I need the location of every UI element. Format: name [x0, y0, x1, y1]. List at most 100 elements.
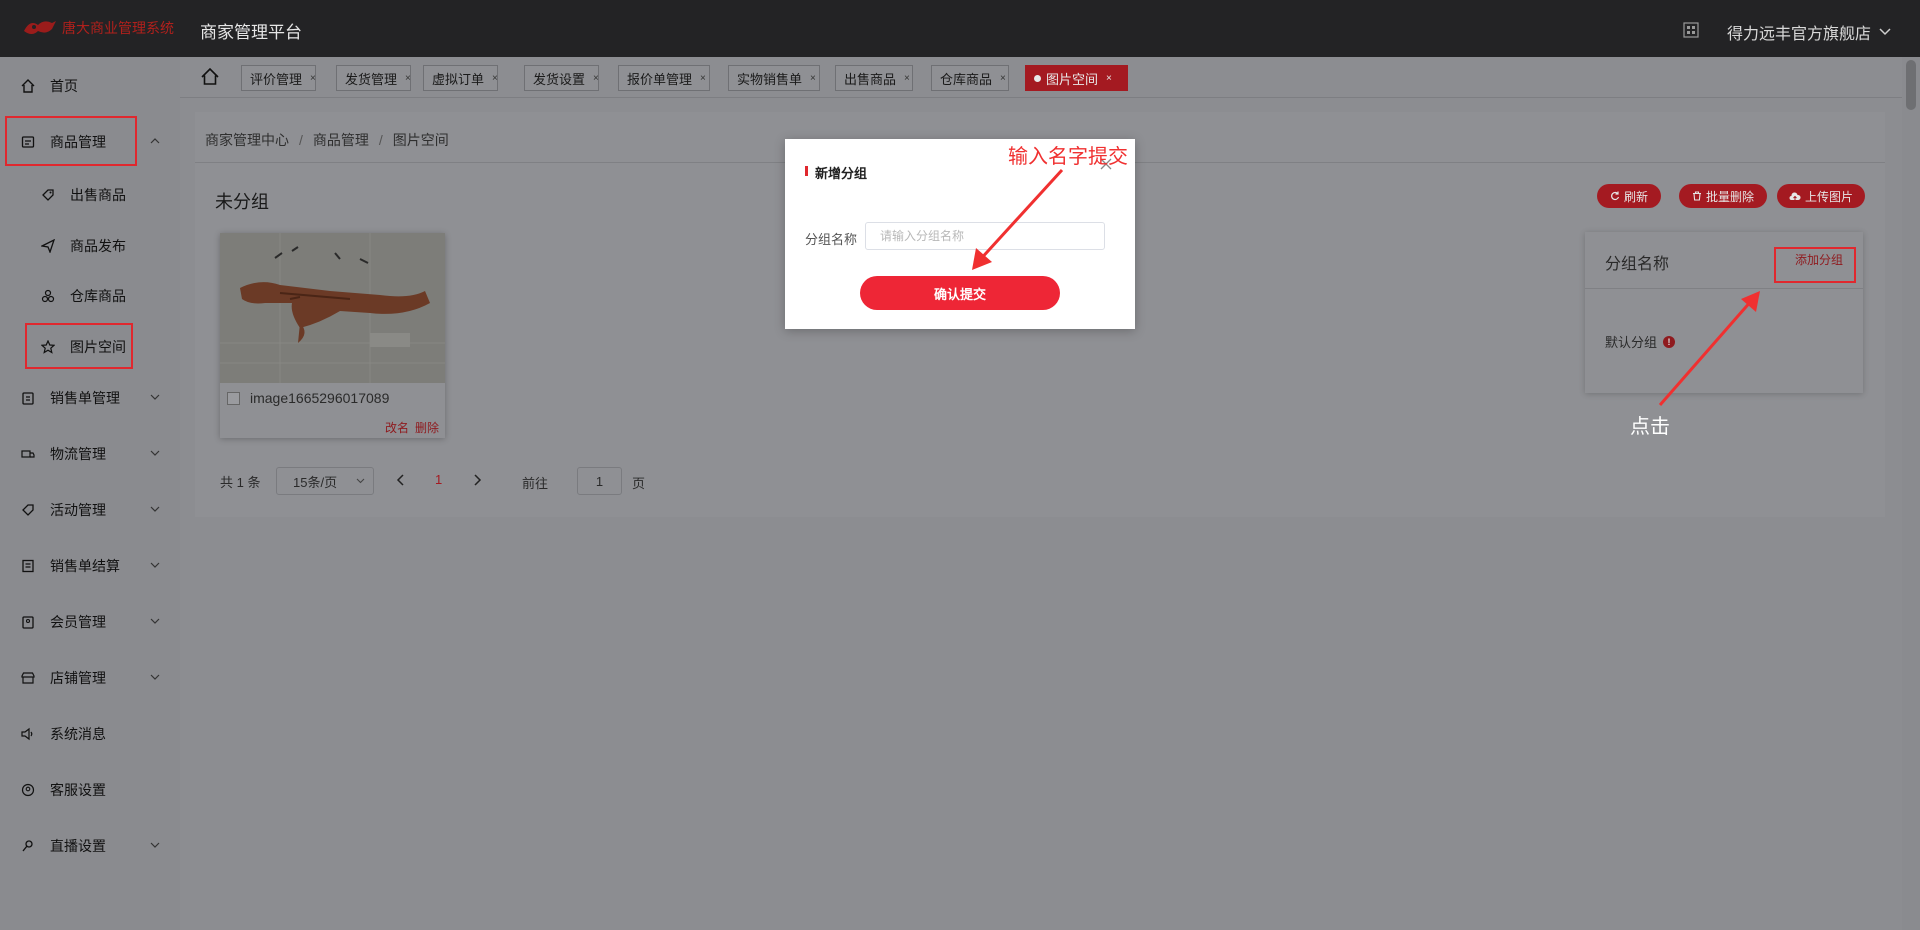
chevron-down-icon [356, 478, 365, 484]
highlight-add-group [1774, 247, 1856, 283]
tab-label: 出售商品 [844, 71, 897, 87]
sidebar-item-goods-publish[interactable]: 商品发布 [0, 226, 180, 266]
sidebar-item-label: 物流管理 [50, 446, 106, 462]
tab-close-icon[interactable]: × [1000, 73, 1006, 84]
ledger-icon [20, 558, 36, 574]
group-panel-header: 分组名称 [1605, 256, 1670, 273]
delete-link[interactable]: 删除 [415, 421, 439, 435]
prev-page-icon[interactable] [396, 473, 406, 487]
top-bar: 唐大商业管理系统 商家管理平台 得力远丰官方旗舰店 [0, 0, 1920, 57]
group-item-default[interactable]: 默认分组 ! [1605, 332, 1676, 351]
divider [1585, 288, 1863, 289]
platform-title: 商家管理平台 [200, 23, 302, 42]
sidebar-item-label: 仓库商品 [70, 288, 126, 304]
chevron-down-icon [150, 842, 160, 848]
goto-page-input[interactable]: 1 [577, 467, 622, 495]
tab-close-icon[interactable]: × [810, 73, 816, 84]
sidebar-item-live-settings[interactable]: 直播设置 [0, 826, 180, 866]
image-card[interactable]: image1665296017089 改名 删除 [220, 233, 445, 438]
member-icon [20, 614, 36, 630]
chevron-down-icon [150, 618, 160, 624]
tab-label: 发货管理 [345, 71, 398, 87]
tab-label: 报价单管理 [627, 71, 693, 87]
ticket-icon [20, 502, 36, 518]
next-page-icon[interactable] [472, 473, 482, 487]
highlight-goods-management [5, 116, 137, 166]
speaker-icon [20, 726, 36, 742]
rename-link[interactable]: 改名 [385, 421, 409, 435]
tab-image-space[interactable]: 图片空间 × [1025, 65, 1128, 91]
annotation-click-hint: 点击 [1630, 416, 1670, 438]
tab-close-icon[interactable]: × [1106, 73, 1112, 84]
sidebar-item-label: 首页 [50, 78, 78, 94]
sidebar-item-sales-settlement[interactable]: 销售单结算 [0, 546, 180, 586]
batch-delete-button[interactable]: 批量删除 [1679, 184, 1767, 208]
logo-mark-icon [24, 21, 56, 34]
cloud-upload-icon [1789, 192, 1801, 201]
sidebar: 首页 商品管理 出售商品 商品发布 仓库商品 图片空间 销售单管理 物流管理 活… [0, 57, 180, 930]
store-menu[interactable]: 得力远丰官方旗舰店 [1727, 20, 1891, 44]
tab-review-management[interactable]: 评价管理 × [241, 65, 316, 91]
sidebar-item-home[interactable]: 首页 [0, 66, 180, 106]
tab-selling-goods[interactable]: 出售商品 × [835, 65, 913, 91]
chevron-down-icon [150, 506, 160, 512]
sidebar-item-label: 会员管理 [50, 614, 106, 630]
sidebar-item-sales-orders[interactable]: 销售单管理 [0, 378, 180, 418]
chevron-up-icon [150, 138, 160, 144]
sidebar-item-logistics[interactable]: 物流管理 [0, 434, 180, 474]
sidebar-item-selling-goods[interactable]: 出售商品 [0, 175, 180, 215]
refresh-icon [1611, 191, 1620, 201]
home-tab-icon[interactable] [200, 67, 220, 87]
sidebar-item-warehouse-goods[interactable]: 仓库商品 [0, 276, 180, 316]
tab-warehouse-goods[interactable]: 仓库商品 × [931, 65, 1009, 91]
upload-image-button[interactable]: 上传图片 [1777, 184, 1865, 208]
sidebar-item-activities[interactable]: 活动管理 [0, 490, 180, 530]
title-accent-bar [805, 166, 808, 176]
tab-close-icon[interactable]: × [405, 73, 411, 84]
tab-close-icon[interactable]: × [310, 73, 316, 84]
tab-close-icon[interactable]: × [492, 73, 498, 84]
tab-physical-sales[interactable]: 实物销售单 × [728, 65, 820, 91]
confirm-submit-button[interactable]: 确认提交 [860, 276, 1060, 310]
sidebar-item-label: 活动管理 [50, 502, 106, 518]
clipboard-icon [20, 390, 36, 406]
goto-label: 前往 [522, 476, 549, 491]
image-thumbnail[interactable] [220, 233, 445, 383]
sidebar-item-label: 客服设置 [50, 782, 106, 798]
page-size-select[interactable]: 15条/页 [276, 467, 374, 495]
total-count: 共 1 条 [220, 474, 261, 490]
image-name: image1665296017089 [250, 390, 390, 406]
breadcrumb-current: 图片空间 [392, 132, 449, 148]
breadcrumb: 商家管理中心 / 商品管理 / 图片空间 [205, 130, 449, 150]
tab-virtual-orders[interactable]: 虚拟订单 × [423, 65, 498, 91]
breadcrumb-item[interactable]: 商家管理中心 [205, 132, 289, 148]
tab-quotation-management[interactable]: 报价单管理 × [618, 65, 710, 91]
refresh-button[interactable]: 刷新 [1597, 184, 1661, 208]
sidebar-item-system-messages[interactable]: 系统消息 [0, 714, 180, 754]
group-name-input[interactable] [865, 222, 1105, 250]
upload-label: 上传图片 [1804, 189, 1853, 204]
page-number-current[interactable]: 1 [435, 472, 442, 487]
scrollbar-thumb[interactable] [1906, 60, 1916, 110]
service-icon [20, 782, 36, 798]
tab-close-icon[interactable]: × [593, 73, 599, 84]
tab-label: 图片空间 [1046, 71, 1099, 87]
send-icon [40, 238, 56, 254]
tab-shipping-settings[interactable]: 发货设置 × [524, 65, 599, 91]
sidebar-item-customer-service[interactable]: 客服设置 [0, 770, 180, 810]
breadcrumb-sep: / [378, 132, 383, 148]
image-checkbox[interactable] [227, 392, 240, 405]
tab-label: 发货设置 [533, 71, 586, 87]
sidebar-item-members[interactable]: 会员管理 [0, 602, 180, 642]
tab-close-icon[interactable]: × [904, 73, 910, 84]
qr-code-icon[interactable] [1683, 22, 1699, 38]
store-name: 得力远丰官方旗舰店 [1727, 26, 1872, 43]
tab-shipping-management[interactable]: 发货管理 × [336, 65, 411, 91]
breadcrumb-sep: / [299, 132, 303, 148]
tab-close-icon[interactable]: × [700, 73, 706, 84]
scrollbar-track[interactable] [1902, 57, 1920, 930]
sidebar-item-shop[interactable]: 店铺管理 [0, 658, 180, 698]
chevron-down-icon [150, 674, 160, 680]
sidebar-item-label: 销售单结算 [50, 558, 120, 574]
breadcrumb-item[interactable]: 商品管理 [313, 132, 369, 148]
